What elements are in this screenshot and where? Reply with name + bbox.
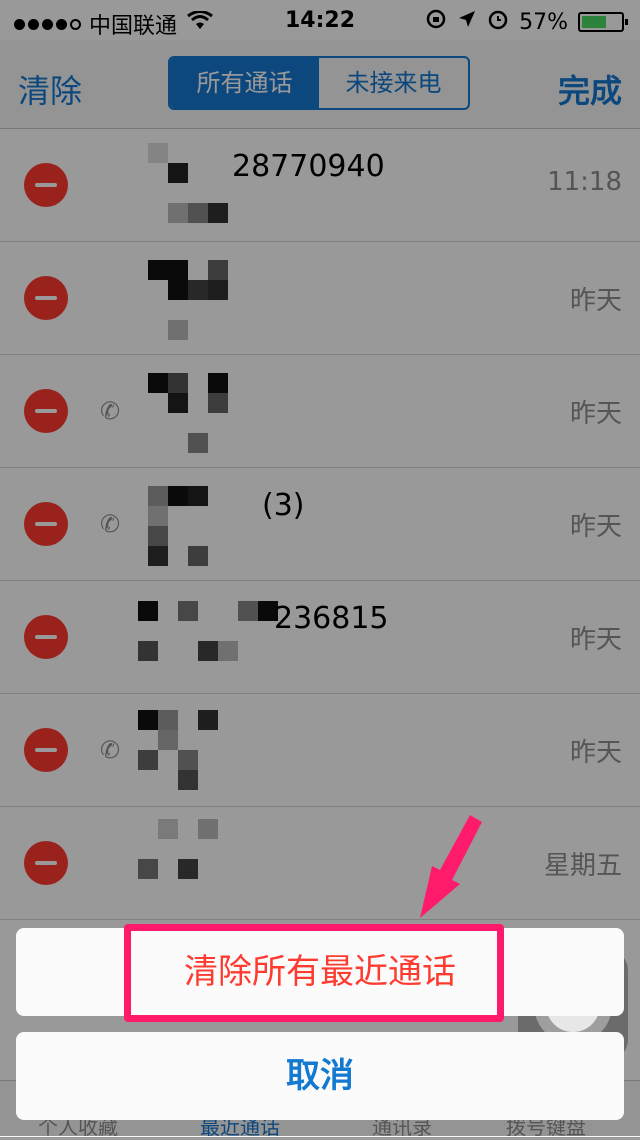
arrow-annotation-icon: [420, 815, 482, 918]
